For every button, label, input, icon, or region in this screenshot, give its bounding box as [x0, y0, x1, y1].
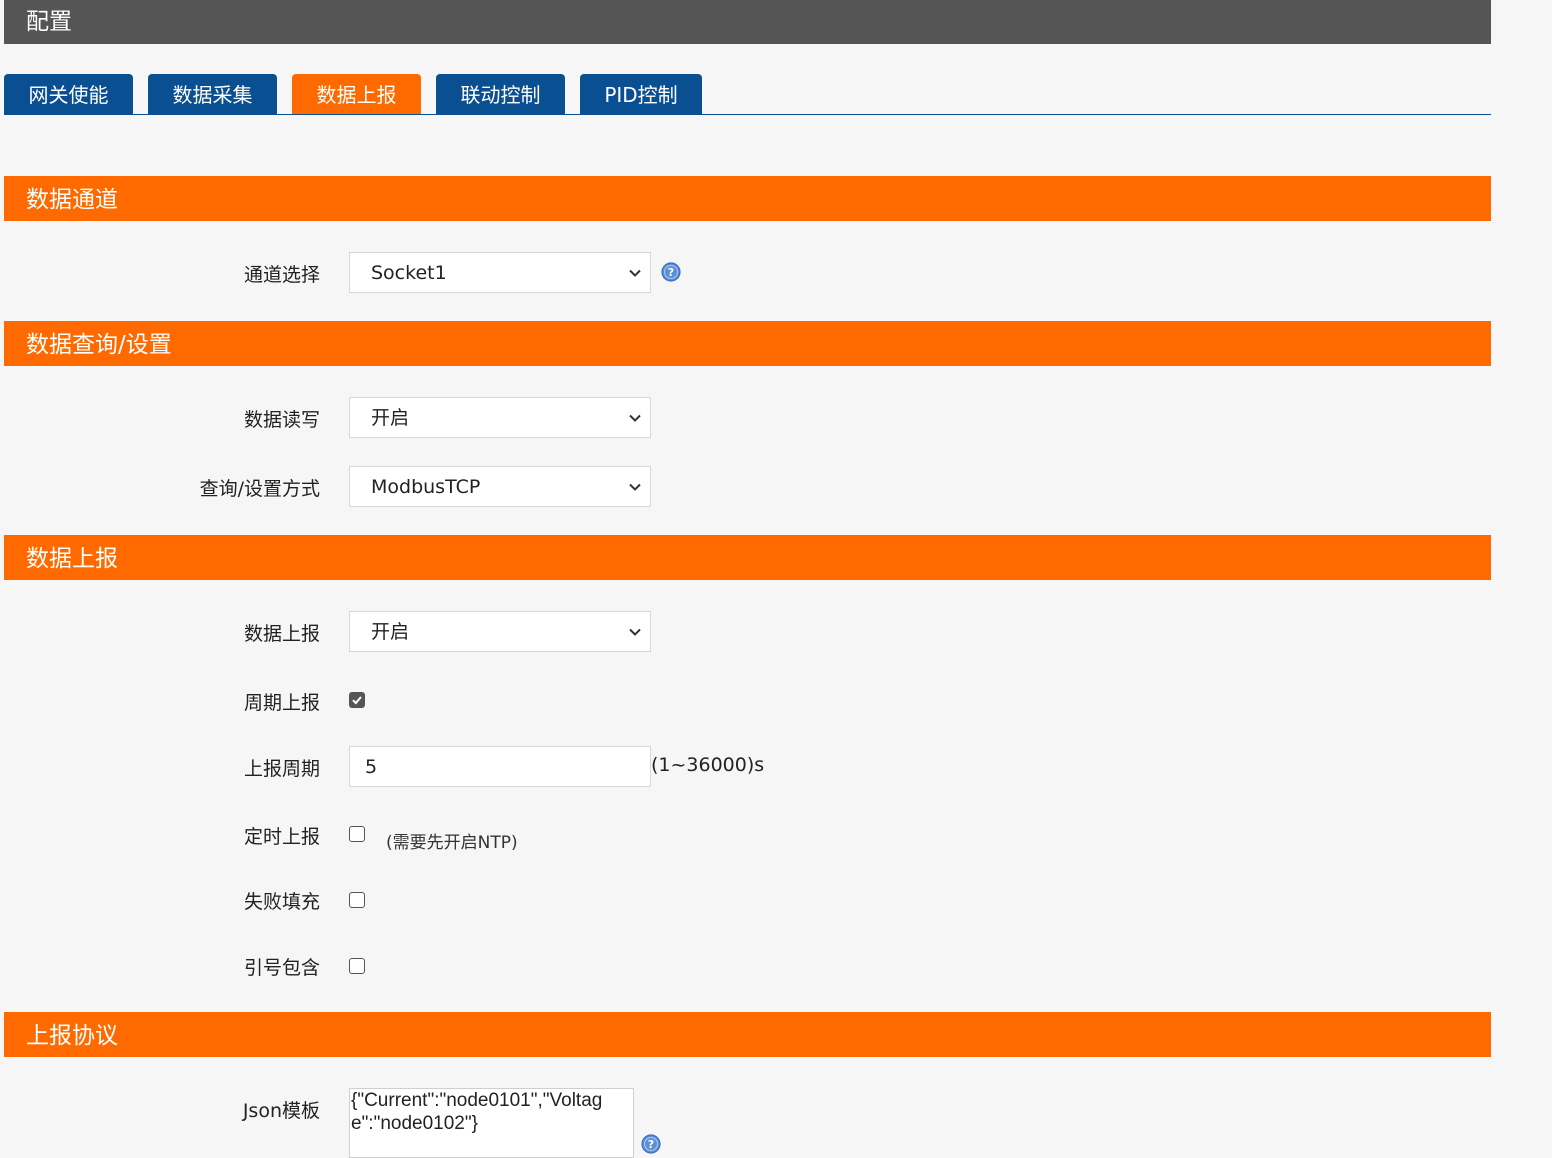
- page-header: 配置: [4, 0, 1491, 44]
- chevron-down-icon: [629, 628, 641, 636]
- question-circle-icon[interactable]: ?: [661, 262, 681, 282]
- report-select[interactable]: 开启: [349, 611, 651, 652]
- tab-gateway-enable[interactable]: 网关使能: [4, 74, 133, 115]
- timed-report-label: 定时上报: [243, 826, 320, 848]
- svg-text:?: ?: [648, 1138, 654, 1151]
- section-title: 数据查询/设置: [26, 332, 172, 358]
- report-period-unit: (1~36000)s: [651, 754, 765, 776]
- channel-select-value: Socket1: [371, 262, 447, 284]
- tab-linkage-control[interactable]: 联动控制: [436, 74, 565, 115]
- fail-fill-label: 失败填充: [243, 891, 320, 913]
- rw-select[interactable]: 开启: [349, 397, 651, 438]
- question-circle-icon[interactable]: ?: [641, 1134, 661, 1154]
- section-header-data-query: 数据查询/设置: [4, 321, 1491, 366]
- report-select-value: 开启: [371, 621, 410, 643]
- chevron-down-icon: [629, 414, 641, 422]
- quote-include-checkbox[interactable]: [349, 958, 365, 974]
- periodic-report-label: 周期上报: [243, 692, 320, 714]
- tab-underline: [4, 114, 1491, 115]
- tab-data-collection[interactable]: 数据采集: [148, 74, 277, 115]
- rw-select-value: 开启: [371, 407, 410, 429]
- tab-bar: 网关使能 数据采集 数据上报 联动控制 PID控制: [4, 74, 1491, 116]
- method-select-value: ModbusTCP: [371, 476, 481, 498]
- json-template-textarea[interactable]: {"Current":"node0101","Voltage":"node010…: [349, 1088, 634, 1158]
- method-select[interactable]: ModbusTCP: [349, 466, 651, 507]
- chevron-down-icon: [629, 483, 641, 491]
- timed-report-hint: (需要先开启NTP): [386, 833, 518, 853]
- section-title: 数据上报: [26, 546, 118, 572]
- rw-label: 数据读写: [243, 409, 320, 431]
- page-title: 配置: [26, 9, 72, 35]
- checkmark-icon: [352, 696, 362, 705]
- json-template-label: Json模板: [242, 1100, 320, 1122]
- report-period-label: 上报周期: [243, 758, 320, 780]
- quote-include-label: 引号包含: [243, 957, 320, 979]
- section-title: 数据通道: [26, 187, 118, 213]
- svg-text:?: ?: [668, 266, 674, 279]
- periodic-report-checkbox[interactable]: [349, 692, 365, 708]
- report-label: 数据上报: [243, 623, 320, 645]
- channel-select[interactable]: Socket1: [349, 252, 651, 293]
- channel-select-label: 通道选择: [243, 264, 320, 286]
- section-header-report-protocol: 上报协议: [4, 1012, 1491, 1057]
- section-header-data-report: 数据上报: [4, 535, 1491, 580]
- timed-report-checkbox[interactable]: [349, 826, 365, 842]
- fail-fill-checkbox[interactable]: [349, 892, 365, 908]
- chevron-down-icon: [629, 269, 641, 277]
- method-label: 查询/设置方式: [199, 478, 320, 500]
- section-title: 上报协议: [26, 1023, 118, 1049]
- tab-pid-control[interactable]: PID控制: [580, 74, 702, 115]
- tab-data-report[interactable]: 数据上报: [292, 74, 421, 115]
- report-period-input[interactable]: 5: [349, 746, 651, 787]
- section-header-data-channel: 数据通道: [4, 176, 1491, 221]
